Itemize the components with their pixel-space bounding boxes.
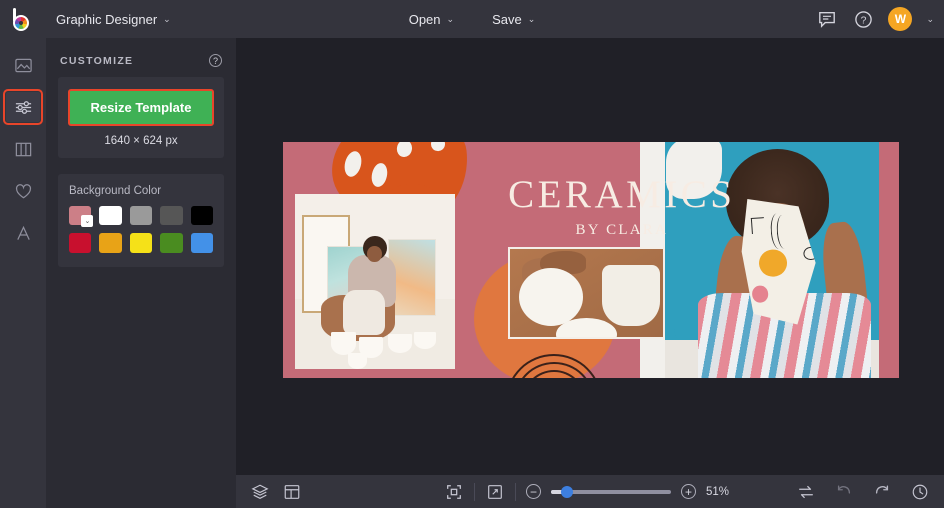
app-root: Graphic Designer ⌄ Open ⌄ Save ⌄ ? W ⌄ bbox=[0, 0, 944, 508]
app-logo[interactable] bbox=[0, 0, 46, 38]
left-icon-rail bbox=[0, 38, 46, 508]
toolbar-divider bbox=[474, 483, 475, 501]
top-bar-actions: ? W ⌄ bbox=[816, 0, 934, 38]
undo-icon[interactable] bbox=[834, 482, 854, 502]
page-layout-icon[interactable] bbox=[282, 482, 302, 502]
customize-panel: CUSTOMIZE ? Resize Template 1640 × 624 p… bbox=[46, 38, 236, 508]
chevron-down-icon[interactable]: ⌄ bbox=[81, 215, 93, 227]
swap-arrows-icon[interactable] bbox=[796, 482, 816, 502]
sidebar-item-favorites[interactable] bbox=[6, 176, 40, 206]
artboard[interactable]: CERAMICS BY CLARA bbox=[283, 142, 899, 378]
bottom-toolbar: − + 51% bbox=[236, 475, 944, 508]
panel-help-icon[interactable]: ? bbox=[209, 54, 222, 67]
save-menu-button[interactable]: Save ⌄ bbox=[480, 7, 547, 32]
expand-fullscreen-icon[interactable] bbox=[485, 482, 505, 502]
top-bar: Graphic Designer ⌄ Open ⌄ Save ⌄ ? W ⌄ bbox=[0, 0, 944, 38]
artwork-spiral-arcs bbox=[502, 350, 607, 378]
history-clock-icon[interactable] bbox=[910, 482, 930, 502]
sidebar-item-customize[interactable] bbox=[6, 92, 40, 122]
open-menu-label: Open bbox=[409, 12, 441, 27]
swatch-yellow[interactable] bbox=[130, 233, 152, 252]
sidebar-item-images[interactable] bbox=[6, 50, 40, 80]
canvas-area[interactable]: CERAMICS BY CLARA bbox=[236, 38, 944, 475]
chevron-down-icon: ⌄ bbox=[163, 14, 171, 25]
zoom-level-label: 51% bbox=[706, 486, 736, 498]
redo-icon[interactable] bbox=[872, 482, 892, 502]
sidebar-item-layouts[interactable] bbox=[6, 134, 40, 164]
swatch-green[interactable] bbox=[160, 233, 182, 252]
bedrock-color-wheel-logo-icon bbox=[12, 8, 35, 31]
document-title-dropdown[interactable]: Graphic Designer ⌄ bbox=[46, 7, 181, 32]
artwork-photo-hands-shaping-pottery bbox=[508, 247, 665, 339]
swatch-rose[interactable]: ⌄ bbox=[69, 206, 91, 225]
toolbar-divider bbox=[515, 483, 516, 501]
fit-to-screen-icon[interactable] bbox=[444, 482, 464, 502]
panel-header: CUSTOMIZE ? bbox=[46, 38, 236, 77]
feedback-chat-icon[interactable] bbox=[816, 8, 838, 30]
swatch-crimson[interactable] bbox=[69, 233, 91, 252]
chevron-down-icon: ⌄ bbox=[447, 14, 455, 25]
save-menu-label: Save bbox=[492, 12, 522, 27]
background-color-swatches: ⌄ bbox=[69, 206, 213, 253]
help-circle-icon[interactable]: ? bbox=[852, 8, 874, 30]
swatch-dark-gray[interactable] bbox=[160, 206, 182, 225]
document-title-label: Graphic Designer bbox=[56, 12, 157, 27]
resize-card: Resize Template 1640 × 624 px bbox=[58, 77, 224, 158]
zoom-slider[interactable] bbox=[551, 490, 671, 494]
background-color-card: Background Color ⌄ bbox=[58, 174, 224, 267]
swatch-blue[interactable] bbox=[191, 233, 213, 252]
zoom-out-button[interactable]: − bbox=[526, 484, 541, 499]
bottom-right-tools bbox=[796, 482, 930, 502]
layers-icon[interactable] bbox=[250, 482, 270, 502]
svg-text:?: ? bbox=[861, 15, 867, 26]
artwork-photo-woman-with-bowls bbox=[295, 194, 455, 369]
chevron-down-icon: ⌄ bbox=[528, 14, 536, 25]
artwork-subtitle: BY CLARA bbox=[474, 222, 770, 239]
zoom-slider-handle[interactable] bbox=[561, 486, 573, 498]
bottom-left-tools bbox=[236, 482, 302, 502]
swatch-amber[interactable] bbox=[99, 233, 121, 252]
swatch-gray[interactable] bbox=[130, 206, 152, 225]
artwork-title: CERAMICS bbox=[474, 175, 770, 214]
resize-template-button[interactable]: Resize Template bbox=[68, 89, 214, 126]
sidebar-item-text[interactable] bbox=[6, 218, 40, 248]
open-menu-button[interactable]: Open ⌄ bbox=[397, 7, 466, 32]
artwork-title-block: CERAMICS BY CLARA bbox=[474, 175, 770, 239]
panel-title: CUSTOMIZE bbox=[60, 55, 133, 67]
zoom-in-button[interactable]: + bbox=[681, 484, 696, 499]
swatch-black[interactable] bbox=[191, 206, 213, 225]
swatch-white[interactable] bbox=[99, 206, 121, 225]
template-dimensions-label: 1640 × 624 px bbox=[68, 135, 214, 147]
user-avatar[interactable]: W bbox=[888, 7, 912, 31]
chevron-down-icon[interactable]: ⌄ bbox=[926, 14, 934, 25]
background-color-label: Background Color bbox=[69, 185, 213, 197]
